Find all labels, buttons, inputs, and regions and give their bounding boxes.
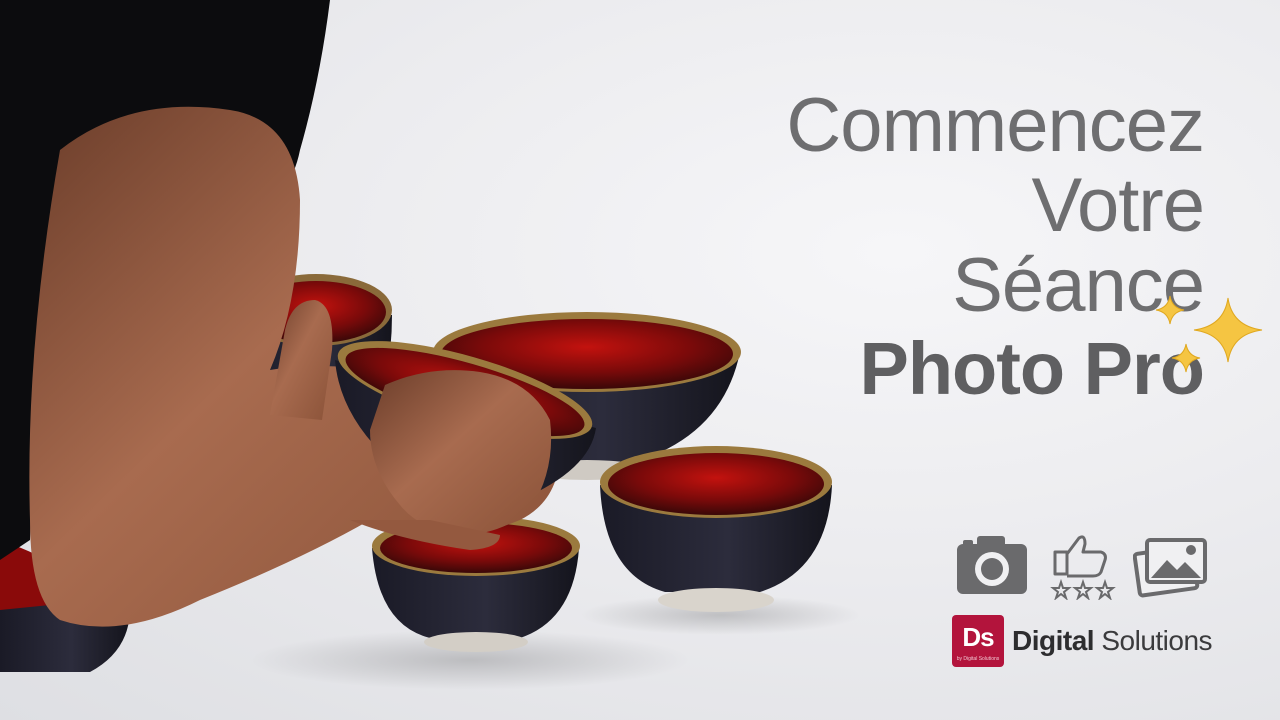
banner: Commencez Votre Séance Photo Pro Ds by D… (0, 0, 1280, 720)
brand-name-light: Solutions (1101, 625, 1213, 656)
headline-line-3: Séance (952, 243, 1205, 328)
headline-line-2: Votre (1031, 163, 1205, 248)
feature-icons (955, 530, 1215, 600)
logo-subtext: by Digital Solutions (956, 656, 1000, 662)
headline-line-4: Photo Pro (859, 327, 1205, 410)
logo-text: Ds (962, 622, 994, 652)
brand-logo: Ds by Digital Solutions Digital Solution… (952, 615, 1213, 667)
thumbs-up-rating-icon (1050, 535, 1116, 600)
camera-icon (957, 536, 1027, 594)
sparkles-icon (1155, 295, 1263, 373)
photo-gallery-icon (1133, 538, 1207, 598)
headline-line-1: Commencez (786, 83, 1205, 168)
logo-badge: Ds by Digital Solutions (952, 615, 1004, 667)
brand-name: Digital Solutions (1012, 625, 1213, 657)
headline: Commencez Votre Séance Photo Pro (786, 83, 1205, 412)
brand-name-bold: Digital (1012, 625, 1095, 656)
bowl-right (600, 446, 832, 612)
